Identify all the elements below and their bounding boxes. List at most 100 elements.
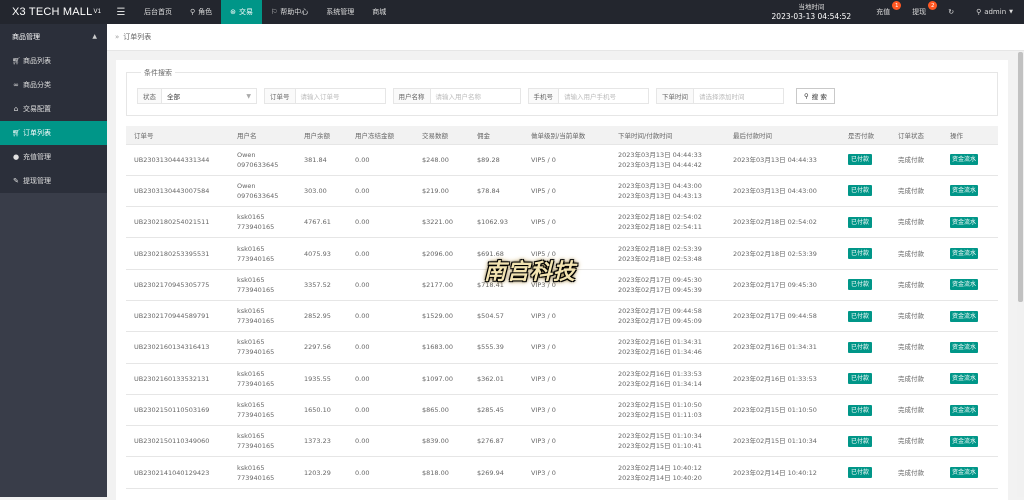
frozen-amount: 0.00 [355, 186, 370, 195]
flag-icon: ⚐ [271, 8, 278, 16]
sidebar-item-goods-list[interactable]: 🛒︎ 商品列表 [0, 49, 107, 73]
fund-flow-button[interactable]: 资金流水 [950, 248, 979, 260]
user-balance: 1203.29 [304, 468, 331, 477]
double-chevron-icon: » [115, 33, 120, 41]
page-scrollbar-thumb[interactable] [1018, 52, 1023, 302]
link-icon: ∞ [13, 81, 19, 89]
user-menu[interactable]: ⚲ admin ▼ [965, 0, 1024, 24]
search-icon: ⚲ [804, 92, 809, 100]
nav-trade[interactable]: ⊛ 交易 [221, 0, 263, 24]
user-phone: 773940165 [237, 285, 275, 294]
user-name: ksk0165 [237, 307, 265, 316]
sidebar-item-order-list[interactable]: 🛒︎ 订单列表 [0, 121, 107, 145]
recharge-button[interactable]: 充值 1 [865, 0, 902, 24]
order-status: 完成付款 [898, 155, 924, 164]
user-icon: ⚲ [190, 8, 196, 16]
table-row: UB2302180254021511 ksk0165 773940165 4767.6… [126, 206, 998, 239]
order-number-input[interactable]: 请输入订单号 [295, 88, 386, 104]
commission: $362.01 [477, 374, 504, 383]
order-number-label: 订单号 [264, 88, 296, 104]
sidebar-item-recharge[interactable]: ● 充值管理 [0, 145, 107, 169]
exchange-icon: ⊛ [230, 8, 237, 16]
frozen-amount: 0.00 [355, 468, 370, 477]
search-panel: 条件搜索 状态 全部 ▼ 订单号 请输入订单号 用户名称 请输入用户名称 手机号 … [126, 68, 998, 116]
order-status: 完成付款 [898, 249, 924, 258]
last-pay-time: 2023年02月16日 01:34:31 [733, 343, 817, 352]
column-header: 最后付款时间 [725, 126, 840, 145]
user-name: ksk0165 [237, 275, 265, 284]
sidebar-item-goods-category[interactable]: ∞ 商品分类 [0, 73, 107, 97]
trade-amount: $1683.00 [422, 343, 454, 352]
nav-trade-label: 交易 [239, 8, 254, 16]
order-status: 完成付款 [898, 437, 924, 446]
last-pay-time: 2023年02月15日 01:10:34 [733, 437, 817, 446]
paid-badge: 已付款 [848, 248, 873, 260]
last-pay-time: 2023年02月18日 02:54:02 [733, 218, 817, 227]
username-input[interactable]: 请输入用户名称 [430, 88, 521, 104]
user-name: ksk0165 [237, 244, 265, 253]
user-phone: 773940165 [237, 254, 275, 263]
top-bar: X3 TECH MALL V1 ☰ 后台首页 ⚲ 角色 ⊛ 交易 ⚐ 帮助中心 系统管理… [0, 0, 1024, 24]
order-status: 完成付款 [898, 312, 924, 321]
phone-input[interactable]: 请输入用户手机号 [559, 88, 649, 104]
breadcrumb-current[interactable]: 订单列表 [123, 32, 151, 42]
last-pay-time: 2023年02月17日 09:44:58 [733, 312, 817, 321]
sidebar-item-trade-config[interactable]: ⌂ 交易配置 [0, 97, 107, 121]
fund-flow-button[interactable]: 资金流水 [950, 310, 979, 322]
brand-name: X3 TECH MALL [12, 6, 93, 18]
commission: $555.39 [477, 343, 504, 352]
fund-flow-button[interactable]: 资金流水 [950, 216, 979, 228]
nav-role[interactable]: ⚲ 角色 [181, 0, 221, 24]
order-status: 完成付款 [898, 343, 924, 352]
column-header: 下单时间/付款时间 [610, 126, 725, 145]
order-time: 2023年02月18日 02:53:39 [618, 244, 702, 253]
nav-mall-label: 商城 [372, 8, 387, 16]
sidebar-group-goods[interactable]: 商品管理 ▲ [0, 24, 107, 49]
user-phone: 773940165 [237, 348, 275, 357]
frozen-amount: 0.00 [355, 312, 370, 321]
nav-system[interactable]: 系统管理 [317, 0, 363, 24]
frozen-amount: 0.00 [355, 249, 370, 258]
user-phone: 773940165 [237, 223, 275, 232]
trade-amount: $2177.00 [422, 280, 454, 289]
fund-flow-button[interactable]: 资金流水 [950, 467, 979, 479]
fund-flow-button[interactable]: 资金流水 [950, 341, 979, 353]
order-time: 2023年02月16日 01:33:53 [618, 369, 702, 378]
brand-logo[interactable]: X3 TECH MALL V1 [0, 0, 107, 24]
nav-help[interactable]: ⚐ 帮助中心 [262, 0, 317, 24]
nav-mall[interactable]: 商城 [363, 0, 395, 24]
order-time-input[interactable]: 请选择添加时间 [694, 88, 784, 104]
sidebar-item-withdraw[interactable]: ✎ 提现管理 [0, 169, 107, 193]
commission: $285.45 [477, 406, 504, 415]
status-select[interactable]: 全部 ▼ [162, 88, 257, 104]
last-pay-time: 2023年03月13日 04:43:00 [733, 186, 817, 195]
user-name: Owen [237, 181, 256, 190]
paid-badge: 已付款 [848, 216, 873, 228]
order-time: 2023年02月15日 01:10:50 [618, 401, 702, 410]
recharge-badge: 1 [892, 1, 902, 10]
menu-toggle-icon[interactable]: ☰ [107, 0, 135, 24]
order-status: 完成付款 [898, 374, 924, 383]
nav-home[interactable]: 后台首页 [135, 0, 181, 24]
order-number: UB2302170944589791 [134, 312, 210, 321]
fund-flow-button[interactable]: 资金流水 [950, 435, 979, 447]
column-header: 操作 [942, 126, 998, 145]
last-pay-time: 2023年02月17日 09:45:30 [733, 280, 817, 289]
search-button[interactable]: ⚲ 搜 索 [796, 88, 835, 104]
fund-flow-button[interactable]: 资金流水 [950, 154, 979, 166]
sidebar-item-label: 充值管理 [23, 153, 51, 161]
user-balance: 1935.55 [304, 374, 331, 383]
withdraw-button[interactable]: 提现 2 [901, 0, 938, 24]
order-number: UB2303130444331344 [134, 155, 210, 164]
fund-flow-button[interactable]: 资金流水 [950, 185, 979, 197]
fund-flow-button[interactable]: 资金流水 [950, 373, 979, 385]
order-time: 2023年02月18日 02:54:02 [618, 213, 702, 222]
fund-flow-button[interactable]: 资金流水 [950, 404, 979, 416]
refresh-icon[interactable]: ↻ [937, 0, 965, 24]
order-number: UB2302160134316413 [134, 343, 210, 352]
frozen-amount: 0.00 [355, 374, 370, 383]
table-header-row: 订单号 用户名 用户余额 用户冻结金额 交易数额 佣金 做单级别/当前单数 下单时间/付款时间… [126, 126, 998, 145]
user-phone: 773940165 [237, 442, 275, 451]
table-row: UB2302150110503169 ksk0165 773940165 1650.1… [126, 394, 998, 427]
fund-flow-button[interactable]: 资金流水 [950, 279, 979, 291]
